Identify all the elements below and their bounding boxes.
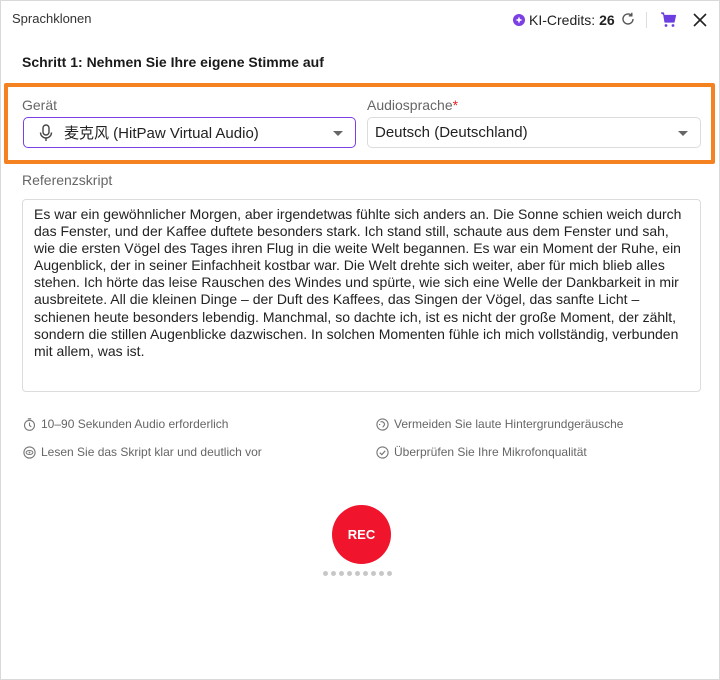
timer-icon <box>23 417 36 431</box>
refresh-icon[interactable] <box>620 11 636 27</box>
level-dot <box>379 571 384 576</box>
level-dot <box>323 571 328 576</box>
titlebar-divider <box>646 12 647 28</box>
level-dot <box>355 571 360 576</box>
credits-value: 26 <box>599 12 615 28</box>
step-title: Schritt 1: Nehmen Sie Ihre eigene Stimme… <box>22 54 324 70</box>
cart-icon[interactable] <box>660 11 677 28</box>
voice-clone-window: Sprachklonen KI-Credits: 26 Schritt 1: N… <box>0 0 720 680</box>
hint-duration-text: 10–90 Sekunden Audio erforderlich <box>41 417 229 431</box>
language-select[interactable]: Deutsch (Deutschland) <box>367 117 701 148</box>
credits-display: KI-Credits: 26 <box>513 12 615 28</box>
hint-read-clearly: Lesen Sie das Skript klar und deutlich v… <box>23 445 262 459</box>
chevron-down-icon <box>333 131 343 136</box>
check-circle-icon <box>376 445 389 459</box>
record-button[interactable]: REC <box>332 505 391 564</box>
credits-label: KI-Credits: <box>529 12 596 28</box>
language-select-value: Deutsch (Deutschland) <box>375 124 528 141</box>
language-label: Audiosprache* <box>367 97 458 113</box>
audio-level-indicator <box>323 571 392 576</box>
noise-icon <box>376 417 389 431</box>
close-icon[interactable] <box>692 12 708 28</box>
level-dot <box>339 571 344 576</box>
level-dot <box>347 571 352 576</box>
level-dot <box>363 571 368 576</box>
hint-read-clearly-text: Lesen Sie das Skript klar und deutlich v… <box>41 445 262 459</box>
required-mark: * <box>452 97 459 113</box>
microphone-icon <box>39 123 53 141</box>
hint-noise-text: Vermeiden Sie laute Hintergrundgeräusche <box>394 417 624 431</box>
hint-mic-quality-text: Überprüfen Sie Ihre Mikrofonqualität <box>394 445 587 459</box>
credits-icon <box>513 14 525 26</box>
title-bar: Sprachklonen KI-Credits: 26 <box>1 1 719 39</box>
level-dot <box>371 571 376 576</box>
hint-mic-quality: Überprüfen Sie Ihre Mikrofonqualität <box>376 445 587 459</box>
window-title: Sprachklonen <box>12 11 92 26</box>
device-select[interactable]: 麦克风 (HitPaw Virtual Audio) <box>23 117 356 148</box>
language-label-text: Audiosprache <box>367 97 453 113</box>
chevron-down-icon <box>678 131 688 136</box>
script-label: Referenzskript <box>22 172 113 188</box>
hint-noise: Vermeiden Sie laute Hintergrundgeräusche <box>376 417 623 431</box>
level-dot <box>387 571 392 576</box>
device-select-value: 麦克风 (HitPaw Virtual Audio) <box>64 125 259 142</box>
eye-icon <box>23 445 36 459</box>
reference-script-text[interactable]: Es war ein gewöhnlicher Morgen, aber irg… <box>22 199 701 392</box>
device-label: Gerät <box>22 97 58 113</box>
level-dot <box>331 571 336 576</box>
hint-duration: 10–90 Sekunden Audio erforderlich <box>23 417 228 431</box>
